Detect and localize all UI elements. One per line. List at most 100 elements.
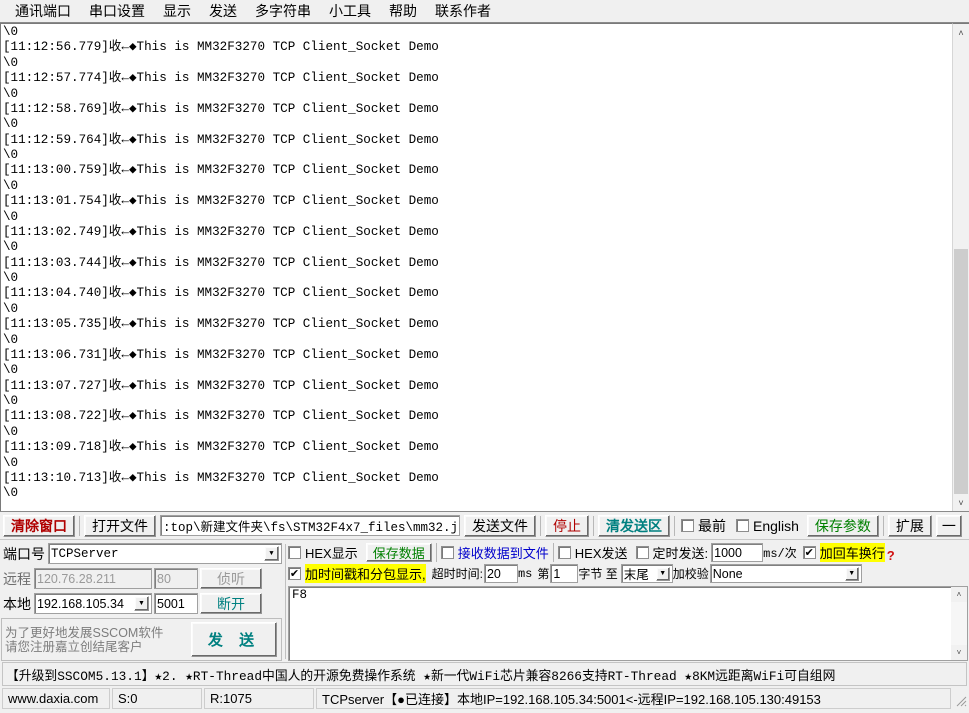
stop-button[interactable]: 停止 (545, 514, 589, 537)
timestamp-label: 加时间戳和分包显示, (305, 564, 426, 583)
add-crlf-label: 加回车换行 (819, 543, 885, 562)
menu-help[interactable]: 帮助 (380, 0, 426, 23)
toolbar-divider (593, 515, 594, 536)
extend-button[interactable]: 扩展 (887, 514, 932, 537)
hex-send-checkbox-box[interactable] (557, 546, 571, 559)
clear-send-area-button[interactable]: 清发送区 (598, 514, 670, 537)
english-checkbox[interactable]: English (736, 518, 799, 534)
remote-row: 远程 120.76.28.211 80 侦听 (1, 567, 282, 590)
menu-tools[interactable]: 小工具 (320, 0, 380, 23)
port-row: 端口号 TCPServer ▼ (1, 542, 282, 565)
send-file-button[interactable]: 发送文件 (464, 514, 536, 537)
recv-to-file-label: 接收数据到文件 (457, 546, 549, 561)
terminal-line: \0 (3, 178, 19, 193)
terminal-line: \0 (3, 86, 19, 101)
receive-textarea[interactable]: \0 [11:12:56.779]收←◆This is MM32F3270 TCP… (0, 23, 952, 511)
send-scroll-up-icon[interactable]: ˄ (951, 587, 967, 602)
terminal-line: [11:13:02.749]收←◆This is MM32F3270 TCP C… (3, 224, 439, 239)
local-ip-select[interactable]: 192.168.105.34 ▼ (34, 593, 152, 614)
send-scrollbar-track[interactable] (951, 602, 967, 645)
terminal-line: \0 (3, 209, 19, 224)
control-panel: 端口号 TCPServer ▼ 远程 120.76.28.211 80 侦听 本… (0, 539, 969, 661)
add-crlf-checkbox[interactable]: ✔ 加回车换行 (802, 543, 885, 562)
hex-display-checkbox-box[interactable] (288, 546, 301, 559)
recv-to-file-checkbox-box[interactable] (440, 546, 454, 559)
clear-window-button[interactable]: 清除窗口 (3, 514, 75, 537)
scrollbar-thumb[interactable] (954, 249, 968, 494)
send-button[interactable]: 发 送 (191, 622, 277, 657)
byte-mid-label: 字节 至 (578, 567, 618, 581)
toolbar-divider (674, 515, 675, 536)
remote-port-input[interactable]: 80 (154, 568, 198, 589)
minimize-button[interactable]: 一 (935, 514, 962, 537)
local-port-input[interactable]: 5001 (154, 593, 198, 614)
chevron-down-icon[interactable]: ▼ (264, 546, 279, 561)
options-row-2: ✔ 加时间戳和分包显示, 超时时间: 20 ms 第 1 字节 至 末尾 ▼ 加… (288, 563, 968, 584)
timed-send-label: 定时发送: (652, 546, 709, 561)
promo-banner[interactable]: 【升级到SSCOM5.13.1】★2. ★RT-Thread中国人的开源免费操作… (2, 662, 967, 686)
terminal-line: [11:13:09.718]收←◆This is MM32F3270 TCP C… (3, 440, 439, 455)
save-params-button[interactable]: 保存参数 (806, 514, 879, 537)
english-checkbox-box[interactable] (736, 519, 749, 532)
scroll-up-icon[interactable]: ˄ (953, 24, 969, 41)
remote-ip-input[interactable]: 120.76.28.211 (34, 568, 152, 589)
file-path-input[interactable]: :top\新建文件夹\fs\STM32F4x7_files\mm32.jpg (160, 515, 460, 536)
hex-display-checkbox[interactable]: HEX显示 (288, 543, 358, 562)
status-website[interactable]: www.daxia.com (2, 688, 110, 709)
status-connection-info: TCPserver【●已连接】本地IP=192.168.105.34:5001<… (316, 688, 951, 709)
english-label: English (753, 517, 799, 534)
terminal-line: [11:13:04.740]收←◆This is MM32F3270 TCP C… (3, 286, 439, 301)
disconnect-button[interactable]: 断开 (200, 593, 262, 614)
chevron-down-icon[interactable]: ▼ (134, 596, 149, 611)
topmost-checkbox[interactable]: 最前 (681, 516, 726, 536)
resize-grip-icon[interactable] (953, 688, 969, 709)
menu-contact-author[interactable]: 联系作者 (426, 0, 500, 23)
terminal-line: \0 (3, 301, 19, 316)
save-data-button[interactable]: 保存数据 (365, 543, 432, 562)
byte-index-input[interactable]: 1 (550, 564, 579, 583)
recv-to-file-checkbox[interactable]: 接收数据到文件 (440, 543, 549, 562)
menu-send[interactable]: 发送 (200, 0, 246, 23)
options-divider (552, 543, 554, 562)
menu-display[interactable]: 显示 (154, 0, 200, 23)
terminal-line: [11:13:07.727]收←◆This is MM32F3270 TCP C… (3, 378, 439, 393)
send-scroll-down-icon[interactable]: ˅ (951, 645, 967, 660)
open-file-button[interactable]: 打开文件 (84, 514, 156, 537)
port-select[interactable]: TCPServer ▼ (48, 543, 282, 564)
timeout-input[interactable]: 20 (483, 564, 518, 583)
chevron-down-icon[interactable]: ▼ (655, 566, 670, 581)
terminal-line: \0 (3, 424, 19, 439)
terminal-line: \0 (3, 117, 19, 132)
timed-send-checkbox[interactable]: 定时发送: (635, 543, 709, 562)
add-crlf-checkbox-box[interactable]: ✔ (802, 546, 816, 559)
scrollbar-track[interactable] (953, 41, 969, 494)
options-row-1: HEX显示 保存数据 接收数据到文件 HEX发送 定时发送: 1000 ms/次… (288, 542, 968, 563)
timestamp-checkbox-box[interactable]: ✔ (288, 567, 301, 580)
sscom-window: 通讯端口 串口设置 显示 发送 多字符串 小工具 帮助 联系作者 \0 [11:1… (0, 0, 969, 713)
timed-interval-input[interactable]: 1000 (711, 543, 764, 562)
byte-end-select[interactable]: 末尾 ▼ (620, 564, 673, 583)
scroll-down-icon[interactable]: ˅ (953, 494, 969, 511)
receive-area: \0 [11:12:56.779]收←◆This is MM32F3270 TCP… (0, 22, 969, 512)
send-scrollbar[interactable]: ˄ ˅ (951, 587, 967, 660)
help-question-icon[interactable]: ? (887, 548, 895, 563)
send-textarea[interactable]: F8 (289, 587, 951, 660)
hex-send-checkbox[interactable]: HEX发送 (557, 543, 628, 562)
receive-scrollbar[interactable]: ˄ ˅ (952, 23, 969, 511)
chevron-down-icon[interactable]: ▼ (844, 566, 859, 581)
terminal-line: \0 (3, 394, 19, 408)
action-toolbar: 清除窗口 打开文件 :top\新建文件夹\fs\STM32F4x7_files\… (0, 512, 969, 539)
menu-serial-settings[interactable]: 串口设置 (80, 0, 154, 23)
menu-comm-port[interactable]: 通讯端口 (6, 0, 80, 23)
timestamp-checkbox[interactable]: ✔ 加时间戳和分包显示, (288, 564, 426, 583)
checksum-select[interactable]: None ▼ (709, 564, 862, 583)
terminal-line: [11:12:57.774]收←◆This is MM32F3270 TCP C… (3, 71, 439, 86)
local-row: 本地 192.168.105.34 ▼ 5001 断开 (1, 592, 282, 615)
terminal-line: [11:13:06.731]收←◆This is MM32F3270 TCP C… (3, 347, 439, 362)
timed-unit-label: ms/次 (763, 547, 797, 561)
terminal-line: \0 (3, 55, 19, 70)
timed-send-checkbox-box[interactable] (635, 546, 649, 559)
menu-multi-string[interactable]: 多字符串 (246, 0, 320, 23)
listen-button[interactable]: 侦听 (200, 568, 262, 589)
topmost-checkbox-box[interactable] (681, 519, 694, 532)
